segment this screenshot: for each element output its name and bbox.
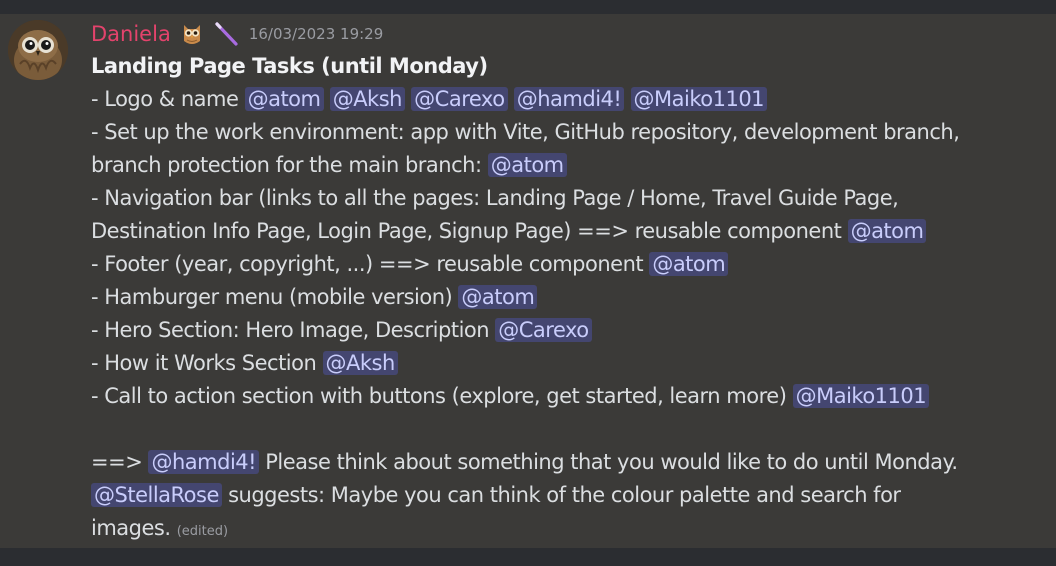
line-text: - Navigation bar (links to all the pages… xyxy=(91,186,899,210)
line-text: images. xyxy=(91,516,171,540)
line-text: branch protection for the main branch: xyxy=(91,153,482,177)
mention-aksh[interactable]: @Aksh xyxy=(322,351,398,375)
chat-message: Daniela 16/03/2023 19:29 Landing Page Ta… xyxy=(0,14,1056,548)
message-line: - Logo & name @atom @Aksh @Carexo @hamdi… xyxy=(91,83,1036,116)
line-text: Destination Info Page, Login Page, Signu… xyxy=(91,219,842,243)
line-text: - Logo & name xyxy=(91,87,239,111)
message-line: - Hero Section: Hero Image, Description … xyxy=(91,314,1036,347)
owl-emoji-icon xyxy=(179,21,205,47)
line-text: Please think about something that you wo… xyxy=(265,450,958,474)
mention-atom[interactable]: @atom xyxy=(649,252,729,276)
message-timestamp[interactable]: 16/03/2023 19:29 xyxy=(249,25,383,43)
message-header: Daniela 16/03/2023 19:29 xyxy=(91,18,1036,50)
message-line: branch protection for the main branch: @… xyxy=(91,149,1036,182)
line-text: - Hero Section: Hero Image, Description xyxy=(91,318,490,342)
line-text: - Call to action section with buttons (e… xyxy=(91,384,787,408)
message-line: - Hamburger menu (mobile version) @atom xyxy=(91,281,1036,314)
avatar[interactable] xyxy=(8,20,68,80)
message-line: - How it Works Section @Aksh xyxy=(91,347,1036,380)
line-text: - Footer (year, copyright, ...) ==> reus… xyxy=(91,252,644,276)
line-text: - Hamburger menu (mobile version) xyxy=(91,285,453,309)
mention-aksh[interactable]: @Aksh xyxy=(329,87,405,111)
mention-atom[interactable]: @atom xyxy=(847,219,927,243)
message-line: - Set up the work environment: app with … xyxy=(91,116,1036,149)
edited-label[interactable]: (edited) xyxy=(177,524,228,539)
message-title: Landing Page Tasks (until Monday) xyxy=(91,54,488,78)
mention-atom[interactable]: @atom xyxy=(458,285,538,309)
message-line: ==> @hamdi4! Please think about somethin… xyxy=(91,446,1036,479)
message-line: images. (edited) xyxy=(91,512,1036,548)
mention-carexo[interactable]: @Carexo xyxy=(495,318,592,342)
mention-maiko[interactable]: @Maiko1101 xyxy=(792,384,930,408)
mention-stella[interactable]: @StellaRose xyxy=(91,483,222,507)
mention-atom[interactable]: @atom xyxy=(487,153,567,177)
line-text: - How it Works Section xyxy=(91,351,317,375)
mention-maiko[interactable]: @Maiko1101 xyxy=(630,87,768,111)
message-line: - Navigation bar (links to all the pages… xyxy=(91,182,1036,215)
mention-carexo[interactable]: @Carexo xyxy=(411,87,508,111)
message-body: Daniela 16/03/2023 19:29 Landing Page Ta… xyxy=(91,18,1036,548)
magic-wand-emoji-icon xyxy=(213,21,239,47)
message-line: - Call to action section with buttons (e… xyxy=(91,380,1036,413)
line-text: - Set up the work environment: app with … xyxy=(91,120,960,144)
author-name[interactable]: Daniela xyxy=(91,22,171,46)
line-text: ==> xyxy=(91,450,143,474)
message-content: Landing Page Tasks (until Monday) - Logo… xyxy=(91,50,1036,548)
message-line: - Footer (year, copyright, ...) ==> reus… xyxy=(91,248,1036,281)
mention-hamdi[interactable]: @hamdi4! xyxy=(513,87,625,111)
message-line: Destination Info Page, Login Page, Signu… xyxy=(91,215,1036,248)
owl-avatar-icon xyxy=(8,20,68,80)
mention-atom[interactable]: @atom xyxy=(244,87,324,111)
chat-frame: Daniela 16/03/2023 19:29 Landing Page Ta… xyxy=(0,0,1056,566)
line-text: suggests: Maybe you can think of the col… xyxy=(228,483,901,507)
message-line: @StellaRose suggests: Maybe you can thin… xyxy=(91,479,1036,512)
mention-hamdi[interactable]: @hamdi4! xyxy=(148,450,260,474)
